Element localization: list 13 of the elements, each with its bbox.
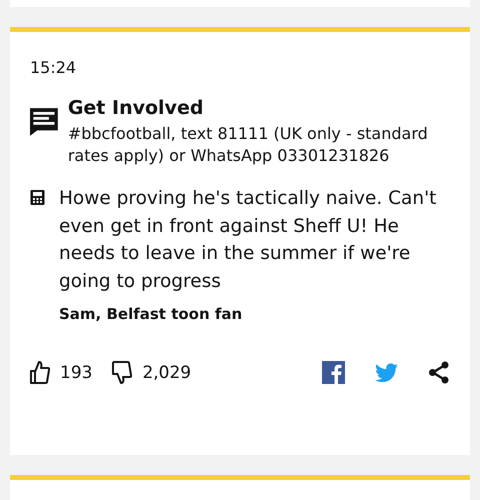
get-involved-text: #bbcfootball, text 81111 (UK only - standard rates apply) or WhatsApp 03301231826 [68,123,429,167]
get-involved-title: Get Involved [68,97,204,119]
comment-author: Sam, Belfast toon fan [59,305,244,323]
post-time: 15:24 [30,58,78,77]
share-button[interactable] [428,361,450,384]
twitter-share-button[interactable] [375,362,398,382]
thumbs-down-icon[interactable] [112,361,132,384]
thumbs-up-icon[interactable] [30,361,50,384]
comment-text: Howe proving he's tactically naive. Can't even get in front against Sheff U! He needs to leave in the summer if we're going to progress [59,187,438,294]
mobile-phone-icon [30,190,45,205]
dislike-count: 2,029 [142,362,192,382]
facebook-share-button[interactable] [322,361,345,384]
like-count: 193 [60,362,92,382]
